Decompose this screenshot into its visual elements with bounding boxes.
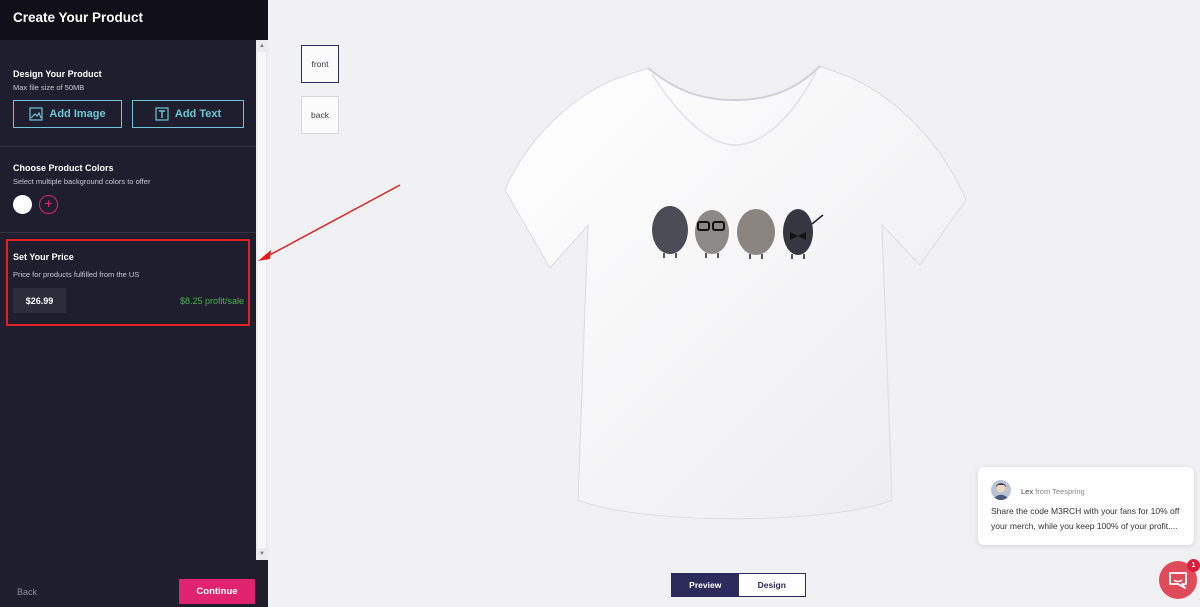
scroll-thumb[interactable] [258, 52, 266, 548]
add-image-label: Add Image [49, 108, 106, 120]
view-mode-toggle: Preview Design [671, 573, 806, 597]
image-icon [29, 107, 43, 121]
sidebar-header: Create Your Product [0, 0, 268, 40]
price-section-subtitle: Price for products fulfilled from the US [13, 270, 140, 279]
chat-message-text: Share the code M3RCH with your fans for … [991, 506, 1180, 531]
add-image-button[interactable]: Add Image [13, 100, 122, 128]
notification-badge: 1 [1187, 559, 1200, 572]
scroll-down-icon[interactable]: ▼ [258, 550, 266, 558]
avatar [991, 480, 1011, 500]
plus-icon: + [44, 195, 53, 211]
sidebar-scrollbar[interactable]: ▲ ▼ [256, 40, 268, 560]
add-color-button[interactable]: + [39, 195, 58, 214]
colors-section-title: Choose Product Colors [13, 163, 114, 173]
continue-button[interactable]: Continue [179, 579, 255, 604]
add-text-button[interactable]: Add Text [132, 100, 244, 128]
chat-icon [1169, 572, 1187, 589]
divider [0, 232, 256, 233]
profit-per-sale: $8.25 profit/sale [179, 296, 244, 306]
color-swatch-white[interactable] [13, 195, 32, 214]
sidebar: Create Your Product Design Your Product … [0, 0, 268, 607]
scroll-up-icon[interactable]: ▲ [258, 42, 266, 50]
back-view-button[interactable]: back [301, 96, 339, 134]
price-input[interactable]: $26.99 [13, 288, 66, 313]
chat-message-card[interactable]: Lex from Teespring Share the code M3RCH … [978, 467, 1194, 545]
add-text-label: Add Text [174, 108, 222, 120]
chat-sender: Lex from Teespring [1021, 487, 1085, 496]
back-link[interactable]: Back [17, 587, 37, 597]
colors-section-subtitle: Select multiple background colors to off… [13, 177, 151, 186]
price-section-title: Set Your Price [13, 252, 74, 262]
text-icon [155, 107, 169, 121]
product-preview [500, 60, 970, 535]
design-tab[interactable]: Design [738, 574, 805, 596]
design-section-subtitle: Max file size of 50MB [13, 83, 85, 92]
tshirt-image [504, 65, 967, 520]
chat-sender-from: from Teespring [1035, 487, 1085, 496]
front-view-button[interactable]: front [301, 45, 339, 83]
chat-sender-name: Lex [1021, 487, 1034, 496]
page-title: Create Your Product [13, 10, 144, 25]
preview-tab[interactable]: Preview [672, 574, 739, 596]
design-section-title: Design Your Product [13, 69, 102, 79]
divider [0, 146, 256, 147]
